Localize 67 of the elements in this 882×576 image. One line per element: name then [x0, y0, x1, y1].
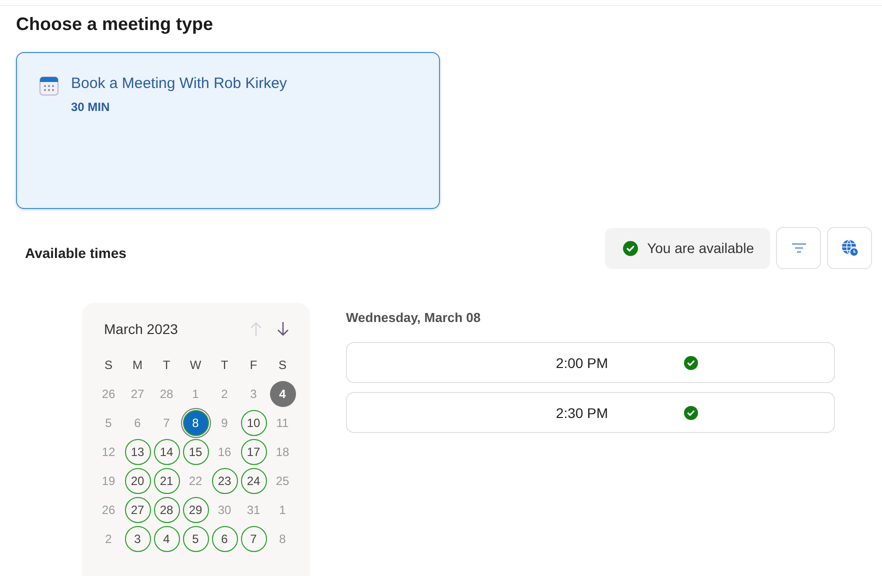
calendar-day[interactable]: 29 [182, 496, 208, 522]
meeting-duration: 30 MIN [71, 100, 111, 114]
selected-date: Wednesday, March 08 [346, 310, 482, 325]
calendar-day[interactable]: 3 [240, 380, 266, 406]
calendar-day[interactable]: 27 [124, 496, 150, 522]
calendar-day[interactable]: 24 [240, 468, 266, 494]
calendar-day[interactable]: 2 [96, 526, 122, 552]
calendar-day[interactable]: 30 [212, 496, 238, 522]
calendar-day[interactable]: 3 [124, 526, 150, 552]
calendar-month: March 2023 [104, 321, 179, 337]
check-icon [623, 240, 638, 256]
calendar-day[interactable]: 8 [182, 410, 208, 436]
calendar-day[interactable]: 8 [270, 526, 296, 552]
calendar-day[interactable]: 5 [96, 410, 122, 436]
meeting-type-card[interactable]: Book a Meeting With Rob Kirkey 30 MIN [16, 52, 440, 209]
calendar-day[interactable]: 1 [270, 496, 296, 522]
calendar-day[interactable]: 4 [154, 526, 180, 552]
calendar-day[interactable]: 15 [182, 438, 208, 464]
calendar-day[interactable]: 25 [270, 468, 296, 494]
calendar-day[interactable]: 5 [182, 526, 208, 552]
calendar-day[interactable]: 2 [212, 380, 238, 406]
calendar-day[interactable]: 16 [212, 438, 238, 464]
weekday-label: T [162, 358, 170, 372]
calendar-day[interactable]: 31 [240, 496, 266, 522]
time-slot[interactable]: 2:00 PM [346, 342, 835, 383]
calendar-day[interactable]: 26 [96, 380, 122, 406]
weekday-label: S [278, 358, 286, 372]
meeting-title: Book a Meeting With Rob Kirkey [71, 75, 287, 92]
calendar-day[interactable]: 20 [124, 468, 150, 494]
globe-clock-icon [840, 239, 858, 257]
calendar-day[interactable]: 28 [154, 496, 180, 522]
calendar-day[interactable]: 6 [124, 410, 150, 436]
calendar-day[interactable]: 28 [154, 380, 180, 406]
weekday-label: S [104, 358, 112, 372]
status-text: You are available [647, 240, 754, 256]
calendar-day[interactable]: 19 [96, 468, 122, 494]
calendar-day[interactable]: 7 [154, 410, 180, 436]
calendar-day[interactable]: 6 [212, 526, 238, 552]
calendar-day[interactable]: 23 [212, 468, 238, 494]
calendar-day[interactable]: 26 [96, 496, 122, 522]
weekday-label: F [250, 358, 258, 372]
calendar-day[interactable]: 14 [154, 438, 180, 464]
calendar-icon [39, 76, 59, 96]
calendar-day[interactable]: 18 [270, 438, 296, 464]
calendar-day[interactable]: 22 [182, 468, 208, 494]
down-arrow-icon[interactable] [276, 321, 290, 337]
weekday-label: W [190, 358, 202, 372]
time-zone-button[interactable] [827, 227, 872, 269]
calendar-day[interactable]: 11 [270, 410, 296, 436]
section-label: Available times [25, 244, 128, 261]
calendar-day[interactable]: 1 [182, 380, 208, 406]
page-heading: Choose a meeting type [16, 14, 214, 35]
calendar-day[interactable]: 10 [240, 410, 266, 436]
weekday-label: T [220, 358, 228, 372]
check-icon [684, 356, 698, 370]
calendar-day[interactable]: 27 [124, 380, 150, 406]
calendar-day[interactable]: 13 [124, 438, 150, 464]
calendar-day[interactable]: 4 [270, 380, 296, 406]
calendar-day[interactable]: 9 [212, 410, 238, 436]
time-slot[interactable]: 2:30 PM [346, 392, 835, 433]
calendar-day[interactable]: 17 [240, 438, 266, 464]
filter-icon [792, 243, 806, 253]
calendar-day[interactable]: 12 [96, 438, 122, 464]
weekday-label: M [132, 358, 142, 372]
calendar-day[interactable]: 21 [154, 468, 180, 494]
calendar-day[interactable]: 7 [240, 526, 266, 552]
check-icon [684, 406, 698, 420]
